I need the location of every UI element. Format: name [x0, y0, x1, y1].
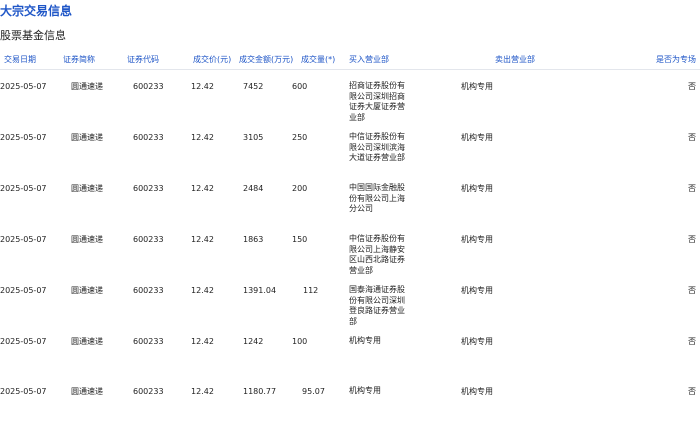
table-row: 2025-05-07 圆通速递 600233 12.42 3105 250 中信证券股份有限… [0, 123, 700, 174]
header-special[interactable]: 是否为专场 [656, 54, 696, 65]
cell-special: 否 [688, 337, 696, 346]
cell-buyer[interactable]: 招商证券股份有限公司深圳招商证券大厦证券营业部 [349, 81, 411, 123]
cell-security-code[interactable]: 600233 [133, 132, 173, 143]
cell-volume: 200 [292, 184, 308, 193]
header-buyer[interactable]: 买入营业部 [349, 54, 389, 65]
cell-special: 否 [688, 133, 696, 142]
cell-amount: 2484 [243, 184, 264, 193]
header-volume-label: 成交量( [301, 55, 329, 64]
cell-amount: 3105 [243, 133, 264, 142]
cell-buyer[interactable]: 国泰海通证券股份有限公司深圳登良路证券营业部 [349, 285, 411, 327]
cell-price: 12.42 [191, 286, 214, 295]
cell-special: 否 [688, 184, 696, 193]
table-row: 2025-05-07 圆通速递 600233 12.42 1180.77 95.07 机构专… [0, 377, 700, 424]
cell-special: 否 [688, 82, 696, 91]
cell-price: 12.42 [191, 82, 214, 91]
cell-amount: 1391.04 [243, 286, 277, 295]
page-title: 大宗交易信息 [0, 4, 73, 18]
cell-volume: 112 [303, 286, 319, 295]
header-security-code[interactable]: 证券代码 [127, 54, 159, 65]
cell-amount: 1180.77 [243, 387, 277, 396]
cell-special: 否 [688, 286, 696, 295]
block-trade-page: 大宗交易信息 股票基金信息 交易日期 证券简称 证券代码 成交价(元) 成交金额… [0, 0, 700, 424]
cell-trade-date: 2025-05-07 [0, 387, 47, 396]
cell-trade-date: 2025-05-07 [0, 133, 47, 142]
cell-price: 12.42 [191, 337, 214, 346]
cell-price: 12.42 [191, 133, 214, 142]
cell-amount: 7452 [243, 82, 264, 91]
cell-trade-date: 2025-05-07 [0, 184, 47, 193]
cell-security-name[interactable]: 圆通速递 [71, 81, 111, 92]
header-volume-tail: ) [332, 55, 336, 64]
header-volume[interactable]: 成交量(*) [301, 54, 335, 65]
table-row: 2025-05-07 圆通速递 600233 12.42 1863 150 中信证券股份有限… [0, 225, 700, 276]
cell-trade-date: 2025-05-07 [0, 82, 47, 91]
table-row: 2025-05-07 圆通速递 600233 12.42 1391.04 112 国泰海通证… [0, 276, 700, 327]
cell-amount: 1863 [243, 235, 264, 244]
cell-seller[interactable]: 机构专用 [461, 234, 521, 245]
cell-security-code[interactable]: 600233 [133, 81, 173, 92]
cell-security-name[interactable]: 圆通速递 [71, 285, 111, 296]
table-row: 2025-05-07 圆通速递 600233 12.42 2484 200 中国国际金融股份… [0, 174, 700, 225]
cell-price: 12.42 [191, 387, 214, 396]
cell-security-name[interactable]: 圆通速递 [71, 234, 111, 245]
cell-security-name[interactable]: 圆通速递 [71, 386, 111, 397]
cell-special: 否 [688, 235, 696, 244]
cell-seller[interactable]: 机构专用 [461, 183, 521, 194]
cell-buyer[interactable]: 机构专用 [349, 386, 411, 397]
table-row: 2025-05-07 圆通速递 600233 12.42 1242 100 机构专用 机构专用… [0, 327, 700, 378]
cell-amount: 1242 [243, 337, 264, 346]
cell-volume: 150 [292, 235, 308, 244]
table-header: 交易日期 证券简称 证券代码 成交价(元) 成交金额(万元) 成交量(*) 买入… [0, 51, 700, 70]
cell-security-code[interactable]: 600233 [133, 234, 173, 245]
cell-buyer[interactable]: 机构专用 [349, 336, 411, 347]
table-row: 2025-05-07 圆通速递 600233 12.42 7452 600 招商证券股份有限… [0, 72, 700, 123]
cell-seller[interactable]: 机构专用 [461, 285, 521, 296]
cell-seller[interactable]: 机构专用 [461, 81, 521, 92]
cell-volume: 95.07 [302, 387, 325, 396]
cell-volume: 100 [292, 337, 308, 346]
cell-buyer[interactable]: 中国国际金融股份有限公司上海分公司 [349, 183, 411, 215]
cell-buyer[interactable]: 中信证券股份有限公司深圳滨海大道证券营业部 [349, 132, 411, 164]
header-amount[interactable]: 成交金额(万元) [239, 54, 293, 65]
cell-security-code[interactable]: 600233 [133, 386, 173, 397]
header-security-name[interactable]: 证券简称 [63, 54, 95, 65]
header-seller[interactable]: 卖出营业部 [495, 54, 535, 65]
header-trade-date[interactable]: 交易日期 [4, 54, 36, 65]
cell-seller[interactable]: 机构专用 [461, 336, 521, 347]
cell-security-name[interactable]: 圆通速递 [71, 132, 111, 143]
cell-trade-date: 2025-05-07 [0, 286, 47, 295]
section-title: 股票基金信息 [0, 29, 66, 42]
cell-buyer[interactable]: 中信证券股份有限公司上海静安区山西北路证券营业部 [349, 234, 411, 276]
cell-price: 12.42 [191, 184, 214, 193]
cell-security-name[interactable]: 圆通速递 [71, 336, 111, 347]
cell-price: 12.42 [191, 235, 214, 244]
cell-security-code[interactable]: 600233 [133, 183, 173, 194]
cell-trade-date: 2025-05-07 [0, 337, 47, 346]
cell-security-name[interactable]: 圆通速递 [71, 183, 111, 194]
cell-security-code[interactable]: 600233 [133, 285, 173, 296]
cell-seller[interactable]: 机构专用 [461, 132, 521, 143]
cell-trade-date: 2025-05-07 [0, 235, 47, 244]
cell-volume: 600 [292, 82, 308, 91]
cell-volume: 250 [292, 133, 308, 142]
cell-special: 否 [688, 387, 696, 396]
cell-security-code[interactable]: 600233 [133, 336, 173, 347]
header-price[interactable]: 成交价(元) [193, 54, 231, 65]
cell-seller[interactable]: 机构专用 [461, 386, 521, 397]
